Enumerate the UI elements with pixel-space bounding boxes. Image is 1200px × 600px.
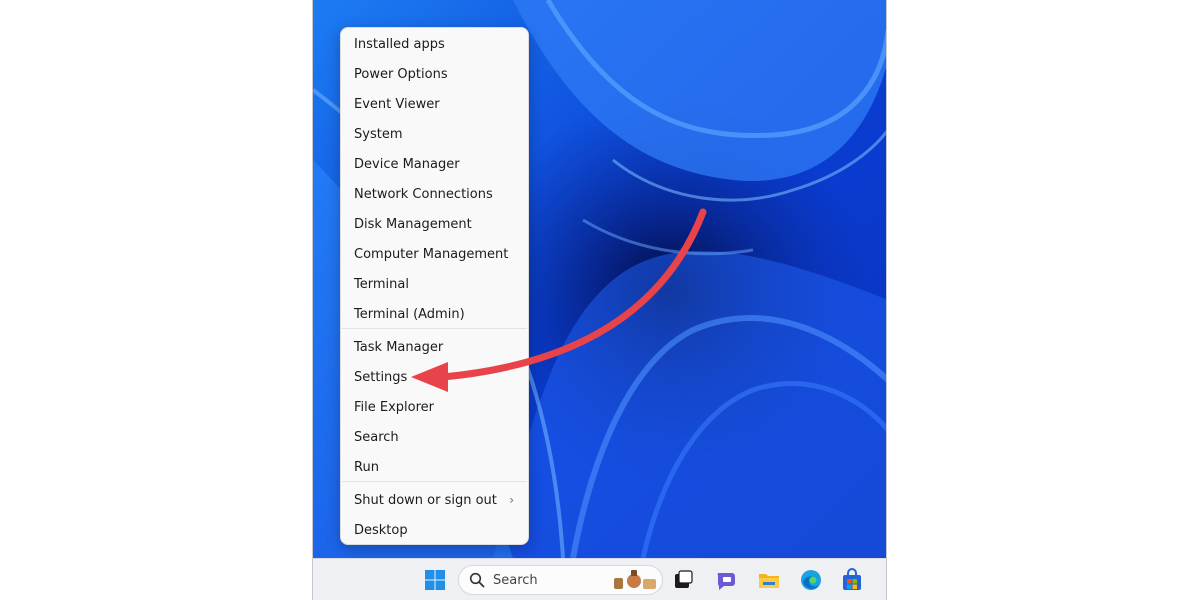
- menu-item-label: Network Connections: [354, 186, 493, 202]
- menu-item-file-explorer[interactable]: File Explorer: [345, 393, 524, 421]
- menu-item-computer-management[interactable]: Computer Management: [345, 240, 524, 268]
- menu-item-label: Event Viewer: [354, 96, 440, 112]
- taskbar-search-box[interactable]: Search: [458, 565, 663, 595]
- menu-item-label: Device Manager: [354, 156, 460, 172]
- menu-separator: [342, 328, 527, 329]
- menu-item-terminal-admin[interactable]: Terminal (Admin): [345, 300, 524, 328]
- menu-item-label: Shut down or sign out: [354, 492, 497, 508]
- menu-item-run[interactable]: Run: [345, 453, 524, 481]
- menu-item-shut-down-or-sign-out[interactable]: Shut down or sign out ›: [345, 486, 524, 514]
- edge-icon[interactable]: [799, 568, 823, 592]
- menu-item-device-manager[interactable]: Device Manager: [345, 150, 524, 178]
- menu-item-label: Disk Management: [354, 216, 472, 232]
- taskbar: Search: [313, 558, 886, 600]
- menu-item-label: Desktop: [354, 522, 408, 538]
- menu-item-system[interactable]: System: [345, 120, 524, 148]
- menu-item-event-viewer[interactable]: Event Viewer: [345, 90, 524, 118]
- search-highlight-icon: [614, 570, 656, 589]
- menu-item-label: Computer Management: [354, 246, 509, 262]
- menu-item-power-options[interactable]: Power Options: [345, 60, 524, 88]
- file-explorer-icon[interactable]: [757, 568, 781, 592]
- menu-item-label: System: [354, 126, 403, 142]
- menu-item-label: Installed apps: [354, 36, 445, 52]
- teams-chat-icon[interactable]: [715, 568, 739, 592]
- menu-item-label: Power Options: [354, 66, 448, 82]
- menu-item-label: Task Manager: [354, 339, 444, 355]
- menu-item-network-connections[interactable]: Network Connections: [345, 180, 524, 208]
- menu-item-label: Run: [354, 459, 379, 475]
- taskbar-search-label: Search: [493, 573, 538, 588]
- menu-item-label: File Explorer: [354, 399, 435, 415]
- store-icon[interactable]: [840, 568, 864, 592]
- search-icon: [469, 572, 485, 588]
- menu-item-label: Search: [354, 429, 399, 445]
- menu-item-terminal[interactable]: Terminal: [345, 270, 524, 298]
- windows-start-icon[interactable]: [423, 568, 447, 592]
- menu-item-search[interactable]: Search: [345, 423, 524, 451]
- chevron-right-icon: ›: [509, 493, 514, 507]
- menu-item-label: Settings: [354, 369, 408, 385]
- desktop-screen: Installed apps Power Options Event Viewer S…: [312, 0, 887, 600]
- winx-context-menu: Installed apps Power Options Event Viewer S…: [340, 27, 529, 545]
- menu-item-task-manager[interactable]: Task Manager: [345, 333, 524, 361]
- menu-item-installed-apps[interactable]: Installed apps: [345, 30, 524, 58]
- menu-item-label: Terminal: [354, 276, 409, 292]
- menu-item-label: Terminal (Admin): [354, 306, 465, 322]
- menu-separator: [342, 481, 527, 482]
- task-view-icon[interactable]: [671, 568, 695, 592]
- menu-item-disk-management[interactable]: Disk Management: [345, 210, 524, 238]
- menu-item-settings[interactable]: Settings: [345, 363, 524, 391]
- menu-item-desktop[interactable]: Desktop: [345, 516, 524, 544]
